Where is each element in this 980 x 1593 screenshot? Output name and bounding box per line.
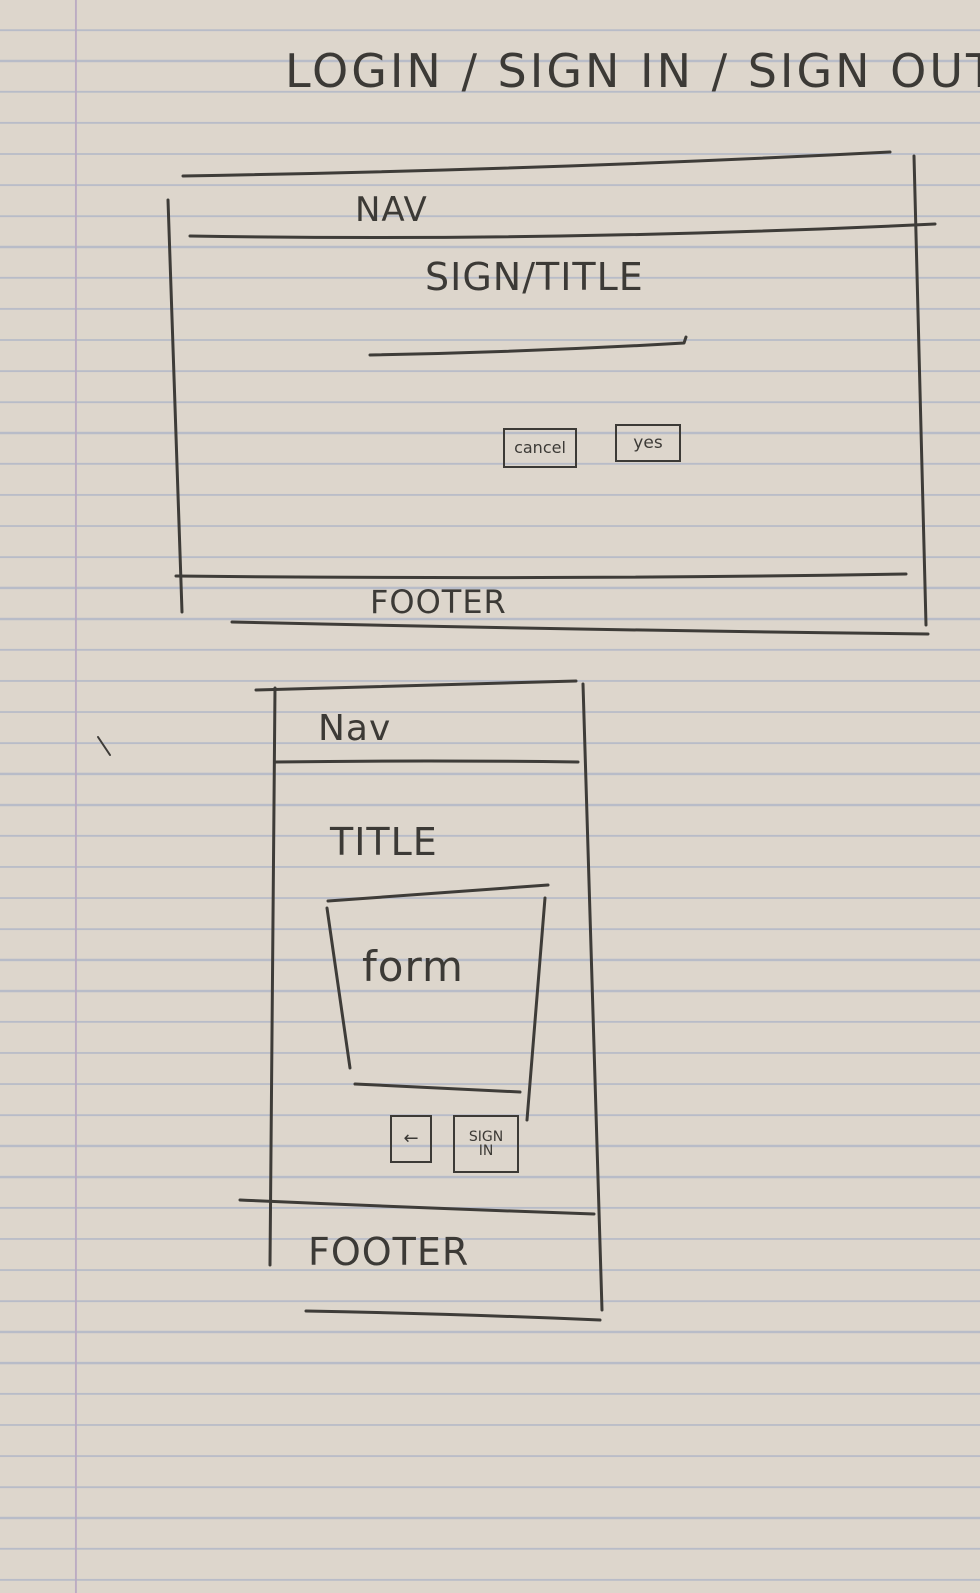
desktop-nav-divider [188,222,937,239]
page-title: LOGIN / SIGN IN / SIGN OUT [285,44,980,98]
mobile-frame-right-line [581,682,604,1312]
desktop-title-label: SIGN/TITLE [425,255,644,299]
desktop-frame-bottom-line [230,620,930,636]
mobile-frame-left-line [268,686,277,1267]
mobile-form-box-top [326,883,550,903]
mobile-form-box-bottom [353,1082,522,1094]
mobile-sign-in-button[interactable]: SIGN IN [453,1115,519,1173]
mobile-footer-divider [238,1198,596,1216]
desktop-yes-button[interactable]: yes [615,424,681,462]
mobile-frame-top-line [254,679,578,692]
mobile-frame-bottom-line [304,1309,602,1322]
mobile-nav-label: Nav [318,708,392,749]
mobile-footer-label: FOOTER [308,1230,470,1274]
stray-pencil-mark [97,736,111,756]
mobile-form-box-right [525,896,547,1122]
desktop-footer-label: FOOTER [370,583,507,621]
desktop-frame-top-line [181,150,892,178]
back-arrow-icon[interactable]: ← [390,1115,432,1163]
mobile-form-box-left [325,906,352,1070]
wireframe-sketch [97,150,937,1322]
desktop-title-underline [368,335,688,357]
mobile-form-label: form [362,942,464,991]
desktop-footer-divider [174,572,908,580]
desktop-cancel-button[interactable]: cancel [503,428,577,468]
mobile-title-label: TITLE [330,820,438,864]
desktop-frame-left-line [166,198,184,614]
desktop-nav-label: NAV [355,190,428,230]
mobile-nav-divider [273,759,580,764]
